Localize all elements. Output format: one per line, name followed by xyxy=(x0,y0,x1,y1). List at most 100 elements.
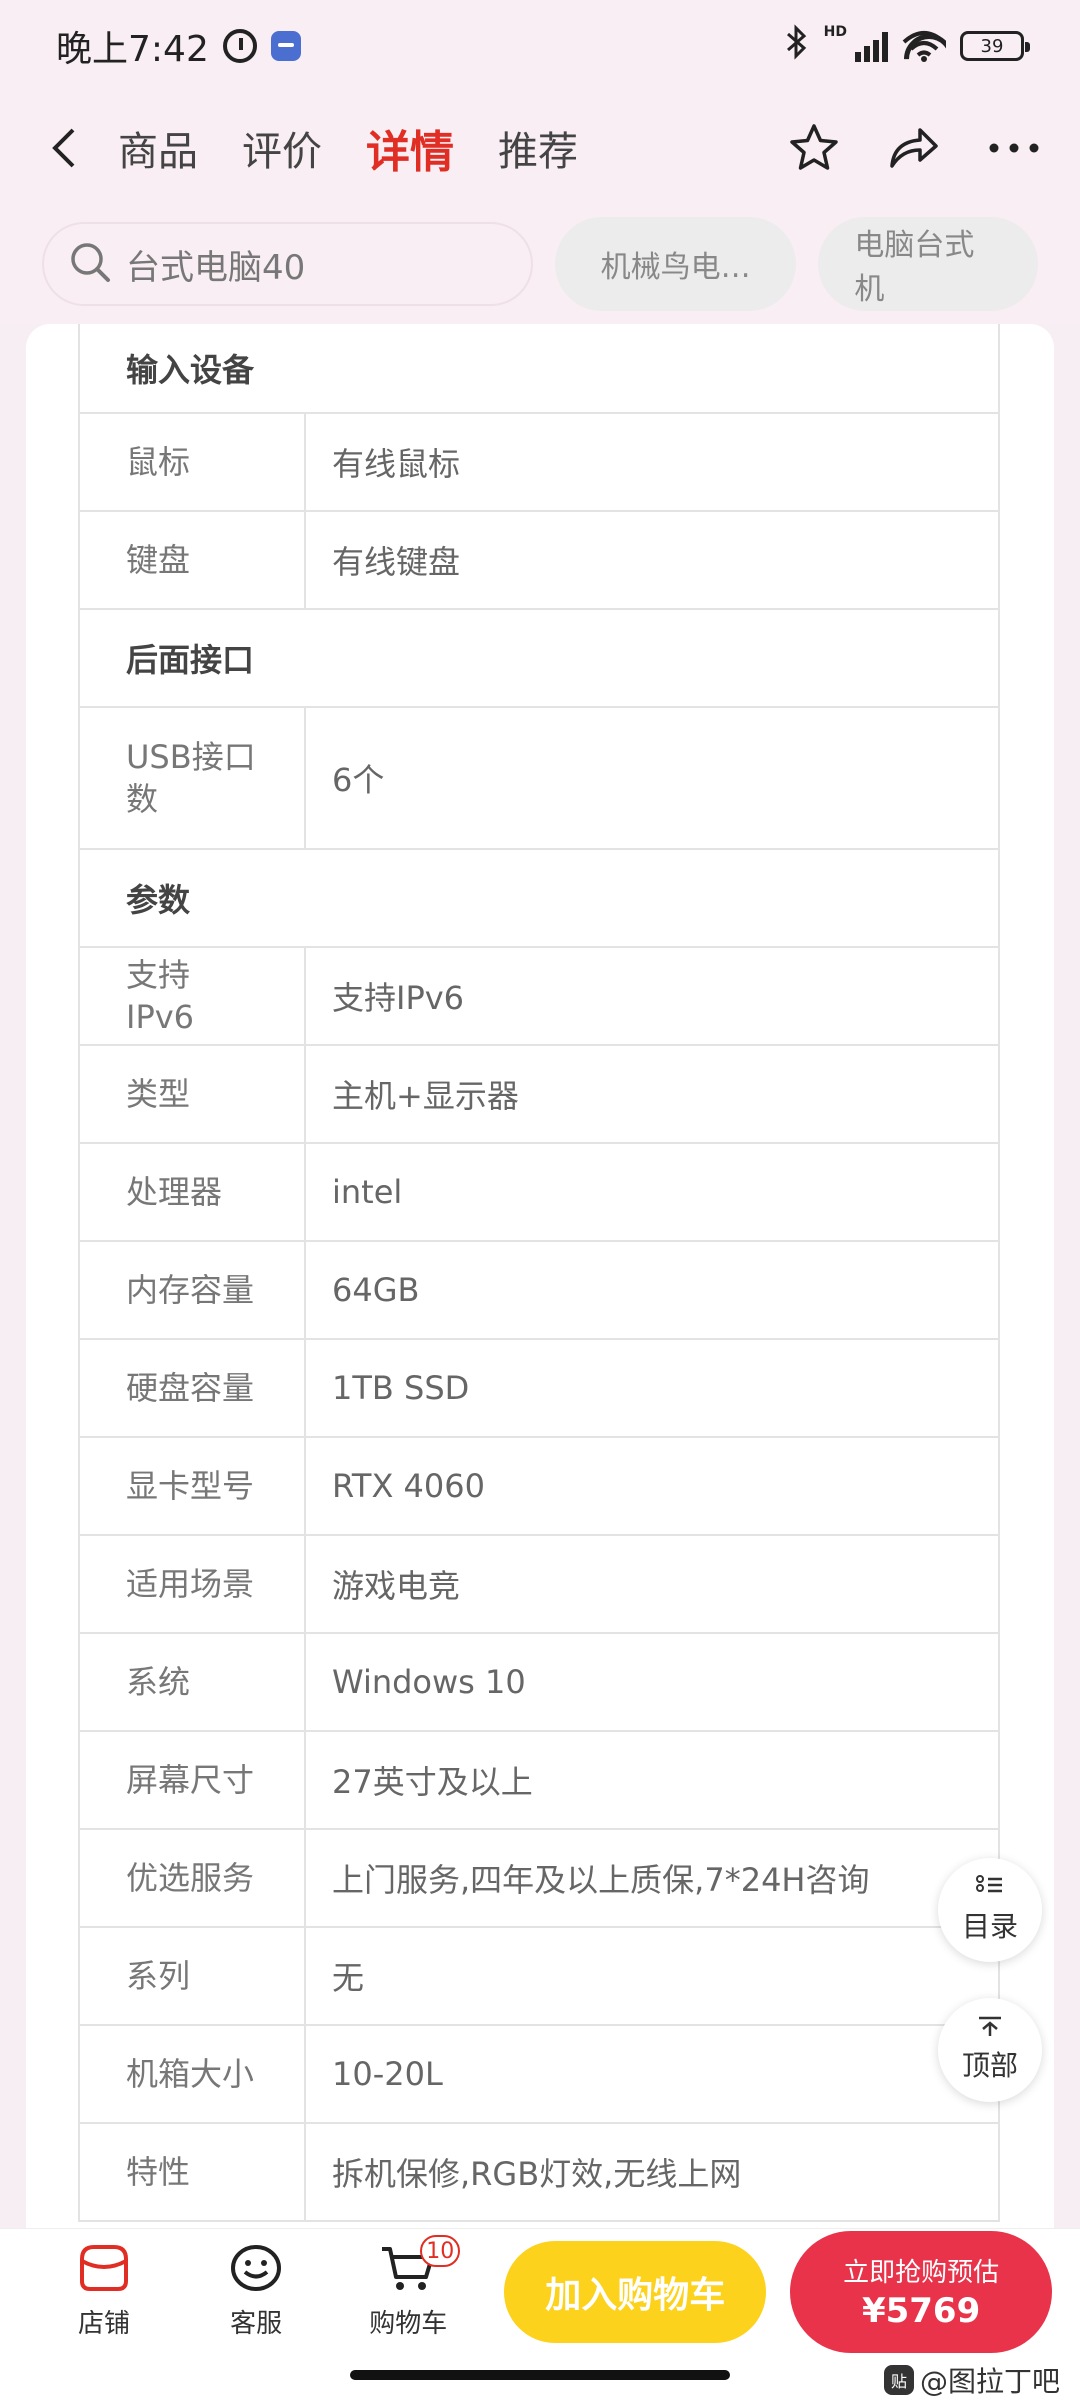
top-nav: 商品 评价 详情 推荐 xyxy=(0,92,1080,204)
service-label: 客服 xyxy=(230,2309,283,2339)
store-icon xyxy=(76,2243,132,2297)
top-label: 顶部 xyxy=(961,2049,1018,2082)
spec-key: 特性 xyxy=(80,2124,306,2220)
home-gesture-bar[interactable] xyxy=(350,2370,730,2380)
spec-value: 有线鼠标 xyxy=(332,445,461,483)
tab-recommend[interactable]: 推荐 xyxy=(498,119,578,177)
table-row: 优选服务 上门服务,四年及以上质保,7*24H咨询 xyxy=(80,1830,998,1928)
nav-tabs: 商品 评价 详情 推荐 xyxy=(118,116,578,180)
spec-value: 27英寸及以上 xyxy=(332,1763,533,1801)
spec-key: 优选服务 xyxy=(80,1830,306,1926)
table-row: 处理器 intel xyxy=(80,1144,998,1242)
arrow-up-icon xyxy=(977,2016,1003,2042)
table-row: USB接口数 6个 xyxy=(80,708,998,850)
spec-card: 输入设备 鼠标 有线鼠标 键盘 有线键盘 后面接口 USB接口数 6个 参数 支… xyxy=(26,324,1054,2228)
customer-service-button[interactable]: 客服 xyxy=(180,2243,332,2340)
spec-value: 64GB xyxy=(332,1271,420,1309)
spec-value: 有线键盘 xyxy=(332,543,461,581)
spec-key: 鼠标 xyxy=(80,414,306,510)
cart-label: 购物车 xyxy=(369,2309,448,2339)
table-row: 类型 主机+显示器 xyxy=(80,1046,998,1144)
more-options-icon[interactable] xyxy=(986,120,1042,176)
table-row: 硬盘容量 1TB SSD xyxy=(80,1340,998,1438)
table-row: 适用场景 游戏电竞 xyxy=(80,1536,998,1634)
hd-label: HD xyxy=(823,23,847,40)
table-row: 系统 Windows 10 xyxy=(80,1634,998,1732)
spec-value: 拆机保修,RGB灯效,无线上网 xyxy=(332,2155,742,2193)
buy-now-button[interactable]: 立即抢购预估 ¥5769 xyxy=(790,2230,1053,2353)
search-placeholder: 台式电脑40 xyxy=(126,247,306,288)
spec-value: 支持IPv6 xyxy=(332,979,465,1017)
section-row: 输入设备 xyxy=(80,324,998,414)
list-icon xyxy=(976,1875,1004,1903)
table-row: 支持IPv6 支持IPv6 xyxy=(80,948,998,1046)
section-title-rear-ports: 后面接口 xyxy=(126,641,255,679)
add-to-cart-button[interactable]: 加入购物车 xyxy=(504,2240,767,2343)
table-row: 显卡型号 RTX 4060 xyxy=(80,1438,998,1536)
favorite-star-icon[interactable] xyxy=(786,120,842,176)
buy-now-label: 立即抢购预估 xyxy=(843,2258,1000,2288)
spec-key: 处理器 xyxy=(80,1144,306,1240)
spec-key: 类型 xyxy=(80,1046,306,1142)
search-chip-1[interactable]: 机械鸟电… xyxy=(554,217,797,311)
table-row: 机箱大小 10-20L xyxy=(80,2026,998,2124)
tieba-logo-icon: 贴 xyxy=(883,2365,914,2395)
share-icon[interactable] xyxy=(886,120,942,176)
watermark-text: @图拉丁吧 xyxy=(919,2365,1060,2398)
spec-key: 系列 xyxy=(80,1928,306,2024)
spec-table: 输入设备 鼠标 有线鼠标 键盘 有线键盘 后面接口 USB接口数 6个 参数 支… xyxy=(78,324,1000,2222)
table-row: 内存容量 64GB xyxy=(80,1242,998,1340)
search-chip-2[interactable]: 电脑台式机 xyxy=(818,217,1038,311)
spec-key: 显卡型号 xyxy=(80,1438,306,1534)
gesture-area: 贴 @图拉丁吧 xyxy=(0,2354,1080,2400)
cart-count-badge: 10 xyxy=(420,2235,461,2267)
message-app-icon xyxy=(270,31,301,61)
buy-now-price: ¥5769 xyxy=(861,2291,981,2331)
spec-value: 主机+显示器 xyxy=(332,1077,519,1115)
table-row: 屏幕尺寸 27英寸及以上 xyxy=(80,1732,998,1830)
spec-key: 系统 xyxy=(80,1634,306,1730)
spec-key: 适用场景 xyxy=(80,1536,306,1632)
table-row: 鼠标 有线鼠标 xyxy=(80,414,998,512)
signal-icon xyxy=(855,30,888,62)
table-row: 键盘 有线键盘 xyxy=(80,512,998,610)
search-icon xyxy=(68,240,112,288)
store-button[interactable]: 店铺 xyxy=(28,2243,180,2340)
tab-details[interactable]: 详情 xyxy=(366,116,454,180)
battery-icon: 39 xyxy=(960,31,1030,61)
toc-label: 目录 xyxy=(961,1910,1018,1943)
spec-value: 游戏电竞 xyxy=(332,1567,461,1605)
back-to-top-button[interactable]: 顶部 xyxy=(938,1998,1042,2102)
tab-reviews[interactable]: 评价 xyxy=(242,119,322,177)
spec-value: 上门服务,四年及以上质保,7*24H咨询 xyxy=(332,1861,870,1899)
bluetooth-icon xyxy=(784,23,810,69)
section-title-input-devices: 输入设备 xyxy=(126,351,255,389)
watermark: 贴 @图拉丁吧 xyxy=(883,2360,1060,2400)
spec-value: 6个 xyxy=(332,761,385,799)
status-time: 晚上7:42 xyxy=(56,29,209,70)
spec-key: 屏幕尺寸 xyxy=(80,1732,306,1828)
spec-key: 机箱大小 xyxy=(80,2026,306,2122)
cart-button[interactable]: 10 购物车 xyxy=(332,2235,484,2340)
table-of-contents-button[interactable]: 目录 xyxy=(938,1858,1042,1962)
search-input[interactable]: 台式电脑40 xyxy=(42,222,533,306)
spec-value: 1TB SSD xyxy=(332,1369,470,1407)
spec-key: 内存容量 xyxy=(80,1242,306,1338)
spec-value: Windows 10 xyxy=(332,1663,526,1701)
spec-key: 硬盘容量 xyxy=(80,1340,306,1436)
spec-key: 支持IPv6 xyxy=(80,948,306,1044)
bottom-bar: 店铺 客服 10 购物车 加入购物车 立即抢购预估 ¥5769 xyxy=(0,2228,1080,2354)
back-arrow-icon[interactable] xyxy=(38,123,88,173)
section-row: 参数 xyxy=(80,850,998,948)
tab-product[interactable]: 商品 xyxy=(118,119,198,177)
status-bar: 晚上7:42 HD 39 xyxy=(0,0,1080,92)
smiley-icon xyxy=(230,2243,282,2297)
spec-key: USB接口数 xyxy=(80,708,306,848)
search-row: 台式电脑40 机械鸟电… 电脑台式机 xyxy=(0,204,1080,324)
store-label: 店铺 xyxy=(78,2309,131,2339)
table-row: 特性 拆机保修,RGB灯效,无线上网 xyxy=(80,2124,998,2222)
section-row: 后面接口 xyxy=(80,610,998,708)
section-title-params: 参数 xyxy=(126,881,191,919)
table-row: 系列无 xyxy=(80,1928,998,2026)
spec-key: 键盘 xyxy=(80,512,306,608)
